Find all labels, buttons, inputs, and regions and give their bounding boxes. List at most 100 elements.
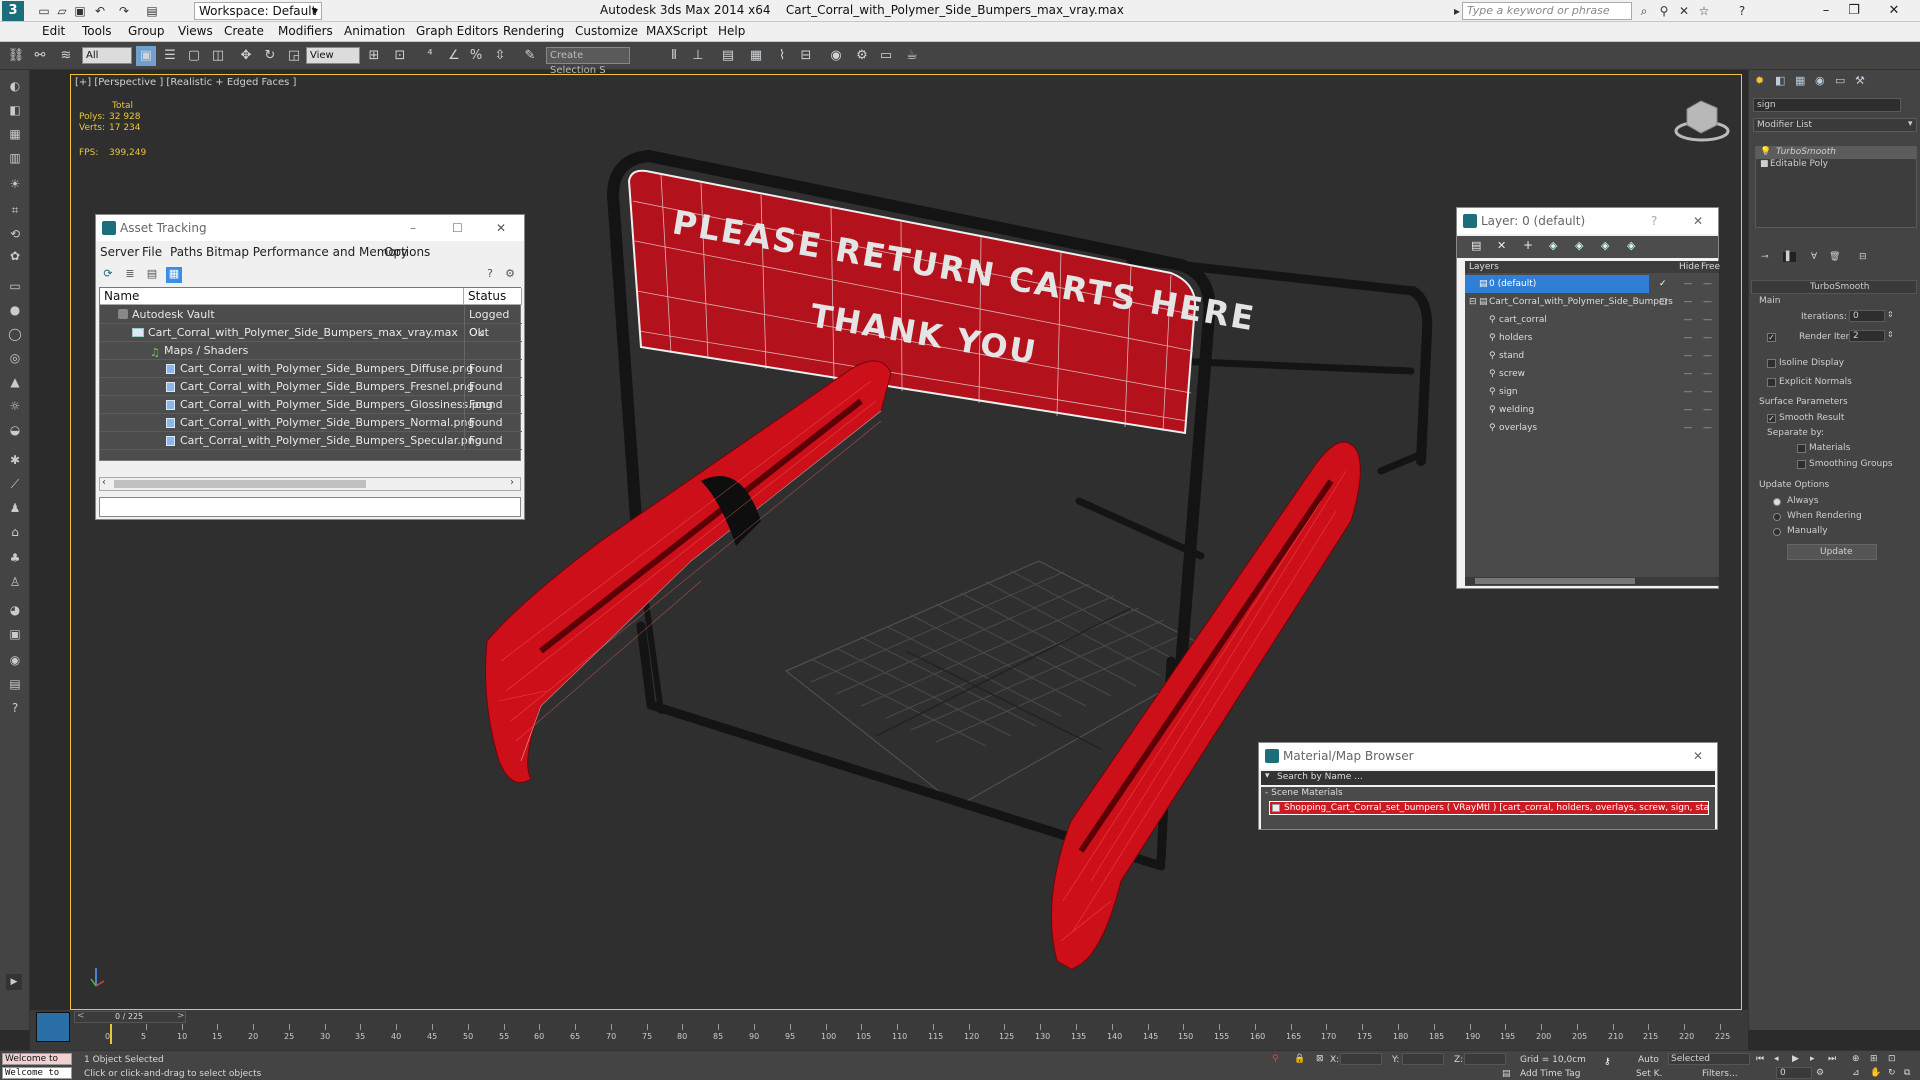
maximize-viewport-icon[interactable]: ⧉ <box>1904 1068 1910 1078</box>
layer-row-object[interactable]: ⚲ holders — — <box>1465 329 1719 347</box>
asset-menu-file[interactable]: File <box>142 245 162 259</box>
layer-row-default[interactable]: ▤ 0 (default) ✓ — — <box>1465 275 1712 293</box>
asset-path-field[interactable] <box>99 497 521 517</box>
snaps-toggle-icon[interactable]: ⁴ <box>420 46 440 66</box>
x-coordinate-field[interactable] <box>1340 1053 1382 1065</box>
star-icon[interactable]: ☆ <box>1696 3 1712 19</box>
smooth-result-checkbox[interactable]: ✓ <box>1767 414 1776 423</box>
previous-frame-icon[interactable]: ◂ <box>1774 1054 1779 1064</box>
workspace-dropdown[interactable]: Workspace: Default ▾ <box>194 2 322 20</box>
rotate-icon[interactable]: ↻ <box>260 46 280 66</box>
material-editor-icon[interactable]: ◉ <box>826 46 846 66</box>
render-sphere-icon[interactable]: ◕ <box>5 600 25 620</box>
y-coordinate-field[interactable] <box>1402 1053 1444 1065</box>
make-current-icon[interactable]: ▢ <box>1659 293 1668 311</box>
remove-modifier-icon[interactable]: 🗑 <box>1829 252 1840 262</box>
layer-scrollbar[interactable] <box>1465 577 1719 585</box>
freeze-toggle[interactable]: — <box>1703 419 1712 437</box>
delete-layer-icon[interactable]: ✕ <box>1497 239 1506 252</box>
menu-maxscript[interactable]: MAXScript <box>646 24 708 38</box>
unlink-icon[interactable]: ⚯ <box>30 46 50 66</box>
object-name-field[interactable]: sign <box>1753 98 1901 112</box>
redo-icon[interactable]: ↷ <box>116 3 132 19</box>
spinner-arrows-icon[interactable]: ⇕ <box>1887 310 1894 319</box>
isolate-selection-icon[interactable]: ⚲ <box>1272 1054 1279 1064</box>
column-layers[interactable]: Layers <box>1469 261 1499 273</box>
scroll-thumb[interactable] <box>114 480 366 488</box>
layer-manager-icon[interactable]: ▤ <box>718 46 738 66</box>
scroll-right-icon[interactable]: › <box>510 477 514 488</box>
asset-row-vault[interactable]: Autodesk Vault Logged Out <box>100 306 522 339</box>
asset-row-maxfile[interactable]: Cart_Corral_with_Polymer_Side_Bumpers_ma… <box>100 324 522 342</box>
key-filters-button[interactable]: Filters... <box>1702 1069 1738 1079</box>
project-folder-icon[interactable]: ▤ <box>144 3 160 19</box>
help-icon[interactable]: ? <box>1651 208 1657 234</box>
freeze-toggle[interactable]: — <box>1703 329 1712 347</box>
minimize-icon[interactable]: – <box>410 215 416 241</box>
freeze-toggle[interactable]: — <box>1703 383 1712 401</box>
select-manipulate-icon[interactable]: ⊡ <box>390 46 410 66</box>
hide-toggle[interactable]: — <box>1681 383 1695 401</box>
menu-help[interactable]: Help <box>718 24 745 38</box>
motion-icon[interactable]: ▥ <box>5 148 25 168</box>
scene-materials-header[interactable]: - Scene Materials <box>1265 788 1343 798</box>
help-circle-icon[interactable]: ? <box>5 698 25 718</box>
window-crossing-icon[interactable]: ◫ <box>208 46 228 66</box>
freeze-toggle[interactable]: — <box>1703 311 1712 329</box>
sun-icon[interactable]: ☼ <box>5 396 25 416</box>
app-logo-icon[interactable]: 3 <box>2 1 24 21</box>
save-file-icon[interactable]: ▣ <box>72 3 88 19</box>
material-browser-titlebar[interactable]: Material/Map Browser ✕ <box>1259 743 1717 769</box>
percent-snap-icon[interactable]: % <box>466 46 486 66</box>
refresh-icon[interactable]: ⟳ <box>100 267 116 283</box>
time-tag-icon[interactable]: ▤ <box>1502 1069 1511 1079</box>
field-of-view-icon[interactable]: ⊿ <box>1852 1068 1860 1078</box>
when-rendering-radio[interactable] <box>1773 513 1781 521</box>
asset-row-normal[interactable]: Cart_Corral_with_Polymer_Side_Bumpers_No… <box>100 414 522 432</box>
teapot-icon[interactable]: ◒ <box>5 420 25 440</box>
reference-coordinate-dropdown[interactable]: View <box>306 47 360 64</box>
hide-toggle[interactable]: — <box>1681 419 1695 437</box>
select-object-icon[interactable]: ▣ <box>136 46 156 66</box>
asset-menu-server[interactable]: Server <box>100 245 139 259</box>
schematic-view-icon[interactable]: ⊟ <box>796 46 816 66</box>
select-by-name-icon[interactable]: ☰ <box>160 46 180 66</box>
column-name[interactable]: Name <box>100 288 464 305</box>
configure-sets-icon[interactable]: ⊟ <box>1859 252 1867 262</box>
material-search-input[interactable]: Search by Name ... <box>1277 772 1363 782</box>
lights-icon[interactable]: ☀ <box>5 174 25 194</box>
hide-toggle[interactable]: — <box>1681 311 1695 329</box>
make-unique-icon[interactable]: ∀ <box>1811 252 1817 262</box>
space-warps-icon[interactable]: ✿ <box>5 246 25 266</box>
stack-item-editable-poly[interactable]: ■ Editable Poly <box>1756 159 1916 171</box>
mini-listener-icon[interactable] <box>36 1012 70 1042</box>
layer-row-object[interactable]: ⚲ cart_corral — — <box>1465 311 1719 329</box>
asset-row-diffuse[interactable]: Cart_Corral_with_Polymer_Side_Bumpers_Di… <box>100 360 522 378</box>
table-view-icon[interactable]: ▦ <box>166 267 182 283</box>
play-icon[interactable]: ▶ <box>6 974 22 990</box>
explicit-normals-checkbox[interactable] <box>1767 378 1776 387</box>
stack-item-turbosmooth[interactable]: 💡 TurboSmooth <box>1756 147 1916 159</box>
hair-icon[interactable]: ♣ <box>5 548 25 568</box>
selection-lock-icon[interactable]: 🔒 <box>1294 1054 1305 1064</box>
angle-snap-icon[interactable]: ∠ <box>444 46 464 66</box>
list-icon[interactable]: ≣ <box>122 267 138 283</box>
scroll-left-icon[interactable]: ‹ <box>102 477 106 488</box>
isoline-display-checkbox[interactable] <box>1767 359 1776 368</box>
motion-tab-icon[interactable]: ◉ <box>1815 74 1825 87</box>
render-setup-icon[interactable]: ⚙ <box>852 46 872 66</box>
freeze-toggle[interactable]: — <box>1703 275 1712 293</box>
time-slider-marker[interactable] <box>110 1024 112 1044</box>
menu-modifiers[interactable]: Modifiers <box>278 24 333 38</box>
scale-icon[interactable]: ◲ <box>284 46 304 66</box>
freeze-toggle[interactable]: — <box>1703 347 1712 365</box>
binoculars-icon[interactable]: ⌕ <box>1636 3 1652 19</box>
cloth-icon[interactable]: ⌂ <box>5 522 25 542</box>
link-icon[interactable]: ⛓ <box>6 46 26 66</box>
play-icon[interactable]: ▶ <box>1792 1054 1799 1064</box>
tools-icon[interactable]: ✕ <box>1676 3 1692 19</box>
camera-icon[interactable]: ⌗ <box>5 200 25 220</box>
next-frame-icon[interactable]: ▸ <box>1810 1054 1815 1064</box>
spinner-snap-icon[interactable]: ⇳ <box>490 46 510 66</box>
freeze-all-icon[interactable]: ◈ <box>1627 239 1635 252</box>
